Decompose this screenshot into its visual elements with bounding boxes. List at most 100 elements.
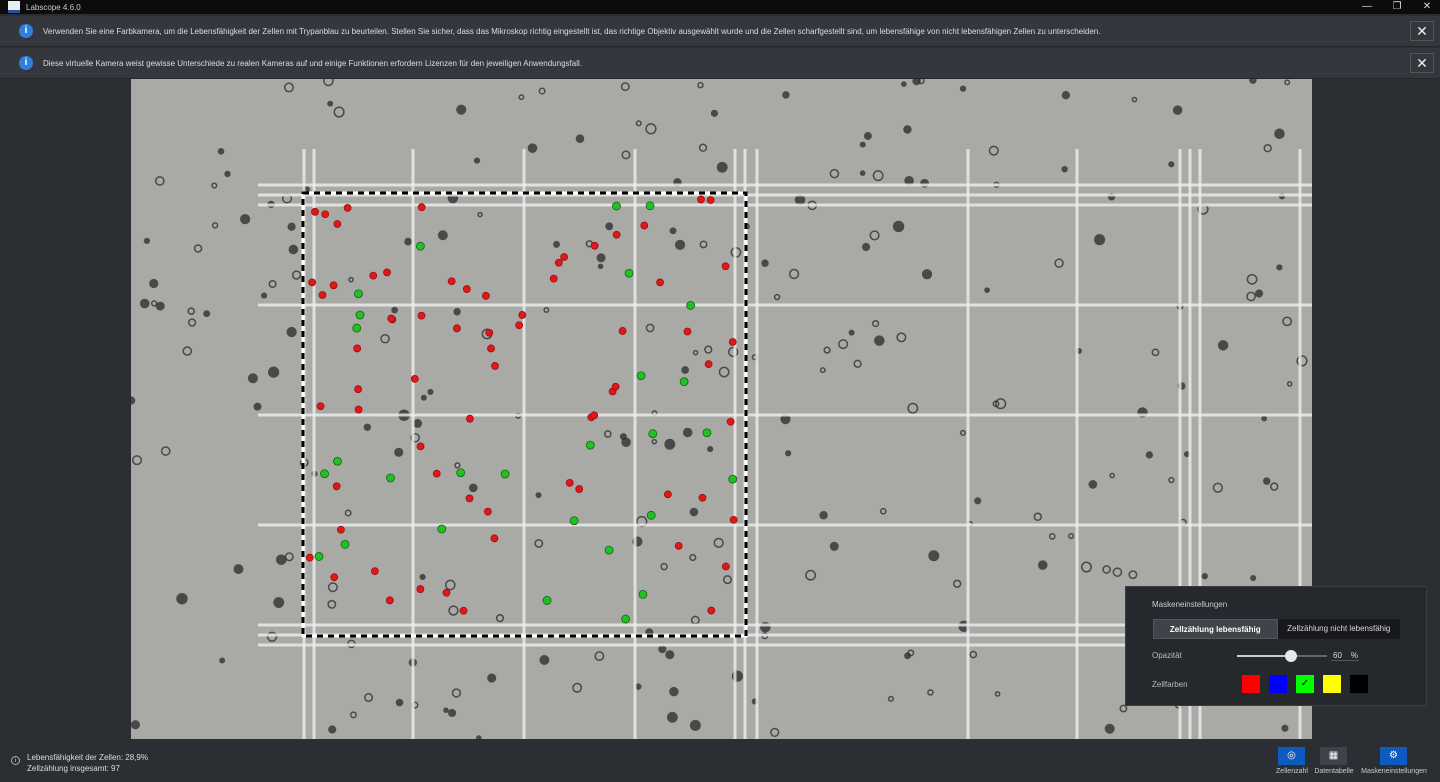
color-swatch[interactable] <box>1350 675 1368 693</box>
dead-cell-marker <box>432 469 441 478</box>
debris-particle <box>660 562 668 571</box>
debris-particle <box>233 564 244 575</box>
debris-particle <box>1112 567 1123 577</box>
close-banner-button[interactable]: ✕ <box>1410 21 1434 41</box>
debris-particle <box>859 141 866 148</box>
debris-particle <box>224 170 231 178</box>
debris-particle <box>722 575 732 585</box>
opacity-slider[interactable] <box>1237 650 1327 662</box>
viable-cell-marker <box>679 377 689 387</box>
opacity-input[interactable]: 60% <box>1331 651 1359 661</box>
debris-particle <box>327 599 337 609</box>
dead-cell-marker <box>683 327 692 336</box>
debris-particle <box>193 244 203 253</box>
debris-particle <box>665 650 675 660</box>
viable-cell-marker <box>340 540 350 549</box>
viable-cell-marker <box>456 468 466 478</box>
viable-cell-marker <box>354 289 363 299</box>
cell-count-button[interactable]: ◎ <box>1278 747 1305 765</box>
viable-cell-marker <box>314 552 324 561</box>
panel-title: Maskeneinstellungen <box>1152 600 1228 609</box>
dead-cell-marker <box>465 414 474 423</box>
debris-particle <box>453 308 461 316</box>
dead-cell-marker <box>697 195 705 204</box>
debris-particle <box>829 541 839 551</box>
restore-button[interactable]: ❐ <box>1382 0 1412 14</box>
slider-handle[interactable] <box>1285 650 1297 662</box>
info-banner-color-camera: i Verwenden Sie eine Farbkamera, um die … <box>0 16 1440 47</box>
debris-particle <box>869 230 880 241</box>
debris-particle <box>921 269 933 280</box>
color-swatch[interactable] <box>1269 675 1287 693</box>
debris-particle <box>364 692 374 703</box>
dead-cell-marker <box>417 311 426 320</box>
debris-particle <box>1270 482 1279 491</box>
viable-cell-marker <box>569 516 579 526</box>
debris-particle <box>348 276 354 283</box>
dead-cell-marker <box>447 277 456 286</box>
debris-particle <box>286 326 297 338</box>
data-table-icon: ▦ <box>1328 750 1339 761</box>
debris-particle <box>1212 482 1223 493</box>
dead-cell-marker <box>333 220 342 228</box>
debris-particle <box>605 222 614 231</box>
viable-cell-marker <box>355 310 365 320</box>
debris-particle <box>473 157 481 164</box>
debris-particle <box>182 346 193 356</box>
debris-particle <box>1037 560 1048 570</box>
viable-cell-marker <box>646 510 656 520</box>
debris-particle <box>1068 533 1075 540</box>
debris-particle <box>658 645 667 654</box>
color-swatch[interactable] <box>1242 675 1260 693</box>
debris-particle <box>674 239 686 250</box>
debris-particle <box>538 87 546 95</box>
dead-cell-marker <box>369 271 378 280</box>
data-table-button[interactable]: ▦ <box>1320 747 1347 765</box>
debris-particle <box>887 695 894 702</box>
mask-settings-button[interactable]: ⚙ <box>1380 747 1407 765</box>
dead-cell-marker <box>416 585 425 593</box>
debris-particle <box>131 396 136 405</box>
color-swatch[interactable]: ✓ <box>1296 675 1314 693</box>
debris-particle <box>995 398 1007 410</box>
debris-particle <box>444 579 456 591</box>
dead-cell-marker <box>590 411 599 420</box>
debris-particle <box>154 176 165 186</box>
count-mode-toggle: Zellzählung lebensfähig Zellzählung nich… <box>1153 619 1400 639</box>
debris-particle <box>287 222 296 231</box>
color-swatch[interactable] <box>1323 675 1341 693</box>
debris-particle <box>572 682 583 693</box>
tab-non-viable[interactable]: Zellzählung nicht lebensfähig <box>1278 619 1401 639</box>
debris-particle <box>1109 472 1116 479</box>
debris-particle <box>927 689 934 696</box>
dead-cell-marker <box>549 274 558 283</box>
close-window-button[interactable]: ✕ <box>1412 0 1440 14</box>
debris-particle <box>1145 451 1154 459</box>
cell-count-icon: ◎ <box>1287 750 1296 761</box>
debris-particle <box>150 300 158 307</box>
debris-particle <box>1102 565 1111 574</box>
dead-cell-marker <box>590 241 599 250</box>
debris-particle <box>451 688 462 698</box>
debris-particle <box>1262 477 1271 485</box>
info-icon: i <box>19 56 33 70</box>
debris-particle <box>211 182 218 189</box>
debris-particle <box>283 82 294 93</box>
cell-count-label: Zellenzahl <box>1276 768 1308 775</box>
debris-particle <box>848 329 855 336</box>
debris-particle <box>788 268 800 280</box>
debris-particle <box>217 148 225 155</box>
debris-particle <box>219 657 226 664</box>
debris-particle <box>1119 704 1128 713</box>
dead-cell-marker <box>330 573 339 582</box>
close-banner-button[interactable]: ✕ <box>1410 53 1434 73</box>
debris-particle <box>327 100 334 107</box>
dead-cell-marker <box>354 405 363 414</box>
debris-particle <box>291 270 302 280</box>
minimize-button[interactable]: — <box>1352 0 1382 14</box>
debris-particle <box>859 170 866 176</box>
debris-particle <box>952 579 962 588</box>
tab-viable[interactable]: Zellzählung lebensfähig <box>1153 619 1278 639</box>
debris-particle <box>284 552 294 562</box>
debris-particle <box>1168 476 1175 484</box>
